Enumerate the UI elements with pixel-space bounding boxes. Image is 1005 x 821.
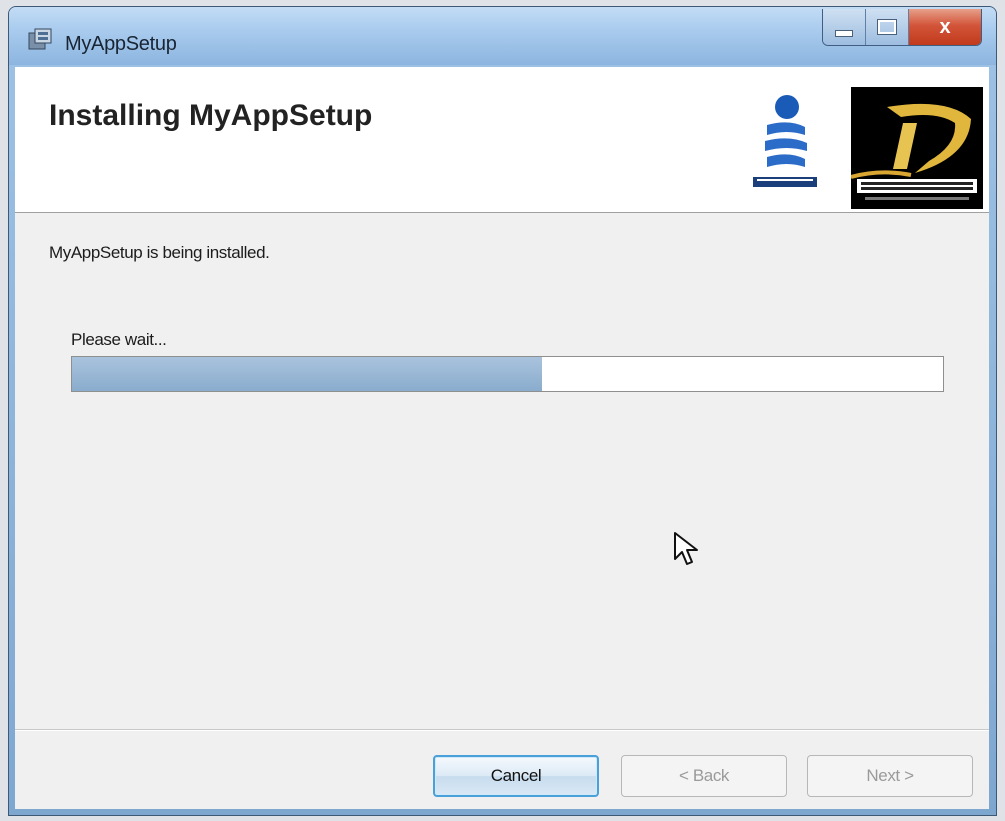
mouse-pointer-icon xyxy=(674,532,698,565)
footer-divider xyxy=(15,729,989,731)
maximize-button[interactable] xyxy=(866,9,909,45)
close-icon: x xyxy=(939,15,951,38)
installer-icon xyxy=(28,28,52,50)
cancel-button[interactable]: Cancel xyxy=(433,755,599,797)
minimize-button[interactable] xyxy=(823,9,866,45)
dialog-client-area: Installing MyAppSetup MyAppSetup is bein… xyxy=(15,67,989,809)
install-progress-bar xyxy=(71,356,944,392)
close-button[interactable]: x xyxy=(909,9,981,45)
blue-stack-logo xyxy=(753,95,817,187)
title-bar[interactable]: MyAppSetup x xyxy=(9,7,996,65)
window-title: MyAppSetup xyxy=(65,33,177,55)
installer-window: MyAppSetup x Installing MyAppSetup MyApp… xyxy=(8,6,997,816)
please-wait-label: Please wait... xyxy=(71,330,167,349)
next-button[interactable]: Next > xyxy=(807,755,973,797)
minimize-icon xyxy=(835,29,853,37)
dev-book-logo xyxy=(851,87,983,209)
install-status-text: MyAppSetup is being installed. xyxy=(49,243,270,262)
page-title: Installing MyAppSetup xyxy=(49,99,373,132)
maximize-icon xyxy=(878,20,896,34)
caption-buttons: x xyxy=(822,9,982,46)
back-button[interactable]: < Back xyxy=(621,755,787,797)
progress-fill xyxy=(72,357,543,391)
header-banner: Installing MyAppSetup xyxy=(15,67,989,213)
